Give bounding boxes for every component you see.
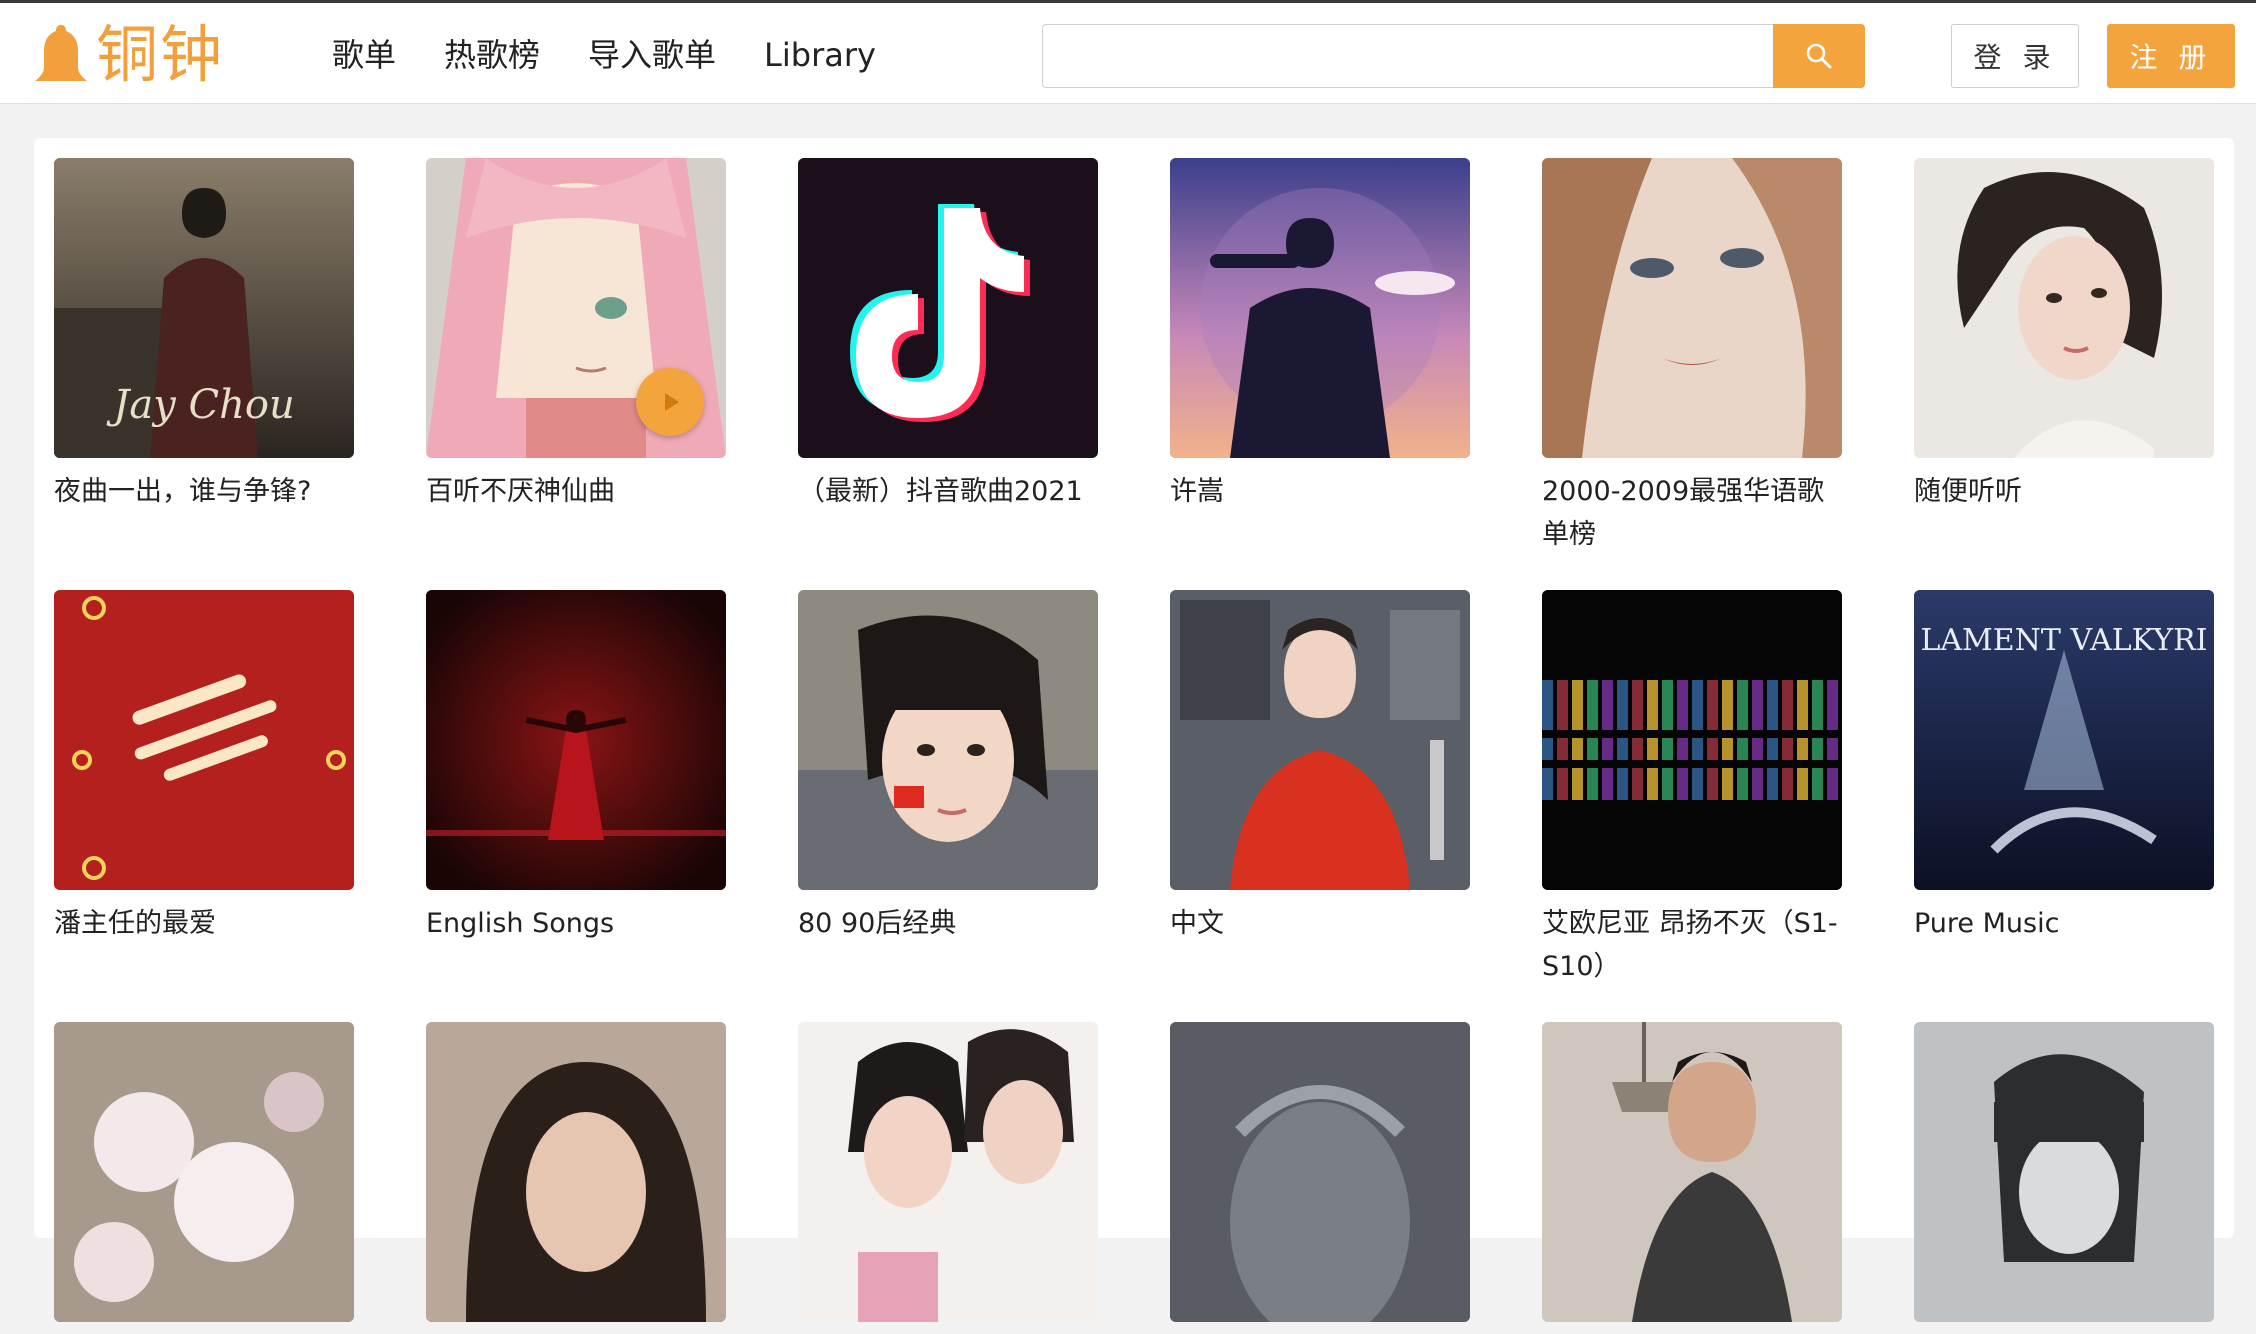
cover-image bbox=[1914, 1022, 2214, 1322]
playlist-cover[interactable] bbox=[1170, 158, 1470, 458]
playlist-cover[interactable] bbox=[1542, 1022, 1842, 1322]
playlist-title[interactable]: 随便听听 bbox=[1914, 470, 2214, 513]
playlist-card[interactable] bbox=[1170, 1022, 1470, 1334]
playlist-cover[interactable] bbox=[54, 590, 354, 890]
cover-image bbox=[1914, 158, 2214, 458]
playlist-card[interactable] bbox=[798, 1022, 1098, 1334]
playlist-title[interactable]: Pure Music bbox=[1914, 902, 2214, 945]
playlist-card[interactable] bbox=[426, 1022, 726, 1334]
cover-image bbox=[426, 590, 726, 890]
playlist-title[interactable]: 潘主任的最爱 bbox=[54, 902, 354, 945]
cover-image bbox=[1542, 158, 1842, 458]
search-button[interactable] bbox=[1773, 24, 1865, 88]
playlist-title[interactable]: 夜曲一出，谁与争锋? bbox=[54, 470, 354, 513]
cover-image bbox=[426, 1022, 726, 1322]
site-logo[interactable]: 铜钟 bbox=[32, 15, 224, 95]
svg-text:Jay Chou: Jay Chou bbox=[106, 382, 294, 428]
svg-text:LAMENT VALKYRI: LAMENT VALKYRI bbox=[1920, 623, 2207, 658]
bell-icon bbox=[35, 25, 87, 81]
register-button[interactable]: 注 册 bbox=[2107, 24, 2235, 88]
playlist-card[interactable]: LAMENT VALKYRI Pure Music bbox=[1914, 590, 2214, 945]
playlist-cover[interactable]: LAMENT VALKYRI bbox=[1914, 590, 2214, 890]
cover-image bbox=[1542, 590, 1842, 890]
cover-image bbox=[54, 1022, 354, 1322]
playlist-cover[interactable] bbox=[1542, 590, 1842, 890]
playlist-title[interactable]: （最新）抖音歌曲2021 bbox=[798, 470, 1098, 513]
nav-playlists[interactable]: 歌单 bbox=[332, 31, 396, 79]
playlist-title[interactable]: 2000-2009最强华语歌单榜 bbox=[1542, 470, 1842, 556]
playlist-card[interactable]: 中文 bbox=[1170, 590, 1470, 945]
playlist-cover[interactable] bbox=[1914, 1022, 2214, 1322]
playlist-card[interactable]: 80 90后经典 bbox=[798, 590, 1098, 945]
playlist-card[interactable]: Jay Chou 夜曲一出，谁与争锋? bbox=[54, 158, 354, 513]
playlist-card[interactable]: （最新）抖音歌曲2021 bbox=[798, 158, 1098, 513]
playlist-cover[interactable] bbox=[1542, 158, 1842, 458]
cover-image bbox=[1170, 1022, 1470, 1322]
search-icon bbox=[1806, 43, 1832, 69]
playlist-card[interactable]: 2000-2009最强华语歌单榜 bbox=[1542, 158, 1842, 556]
cover-image: LAMENT VALKYRI bbox=[1914, 590, 2214, 890]
playlist-grid: Jay Chou 夜曲一出，谁与争锋? 百听不厌神仙曲 （最新）抖音歌曲2021 … bbox=[34, 138, 2234, 1322]
playlist-cover[interactable] bbox=[1170, 1022, 1470, 1322]
playlist-cover[interactable]: Jay Chou bbox=[54, 158, 354, 458]
playlist-card[interactable]: 许嵩 bbox=[1170, 158, 1470, 513]
nav-hot-chart[interactable]: 热歌榜 bbox=[444, 31, 540, 79]
playlist-cover[interactable] bbox=[54, 1022, 354, 1322]
playlist-cover[interactable] bbox=[798, 1022, 1098, 1322]
cover-image bbox=[1170, 590, 1470, 890]
cover-image bbox=[798, 590, 1098, 890]
playlist-card[interactable]: English Songs bbox=[426, 590, 726, 945]
cover-image: Jay Chou bbox=[54, 158, 354, 458]
playlist-card[interactable]: 百听不厌神仙曲 bbox=[426, 158, 726, 513]
playlist-card[interactable] bbox=[54, 1022, 354, 1334]
playlist-card[interactable]: 艾欧尼亚 昂扬不灭（S1-S10） bbox=[1542, 590, 1842, 988]
cover-image bbox=[798, 1022, 1098, 1322]
nav-library[interactable]: Library bbox=[764, 31, 876, 79]
playlist-title[interactable]: 中文 bbox=[1170, 902, 1470, 945]
play-icon bbox=[665, 393, 679, 411]
cover-image bbox=[1170, 158, 1470, 458]
playlist-card[interactable]: 随便听听 bbox=[1914, 158, 2214, 513]
playlist-cover[interactable] bbox=[426, 590, 726, 890]
playlist-card[interactable] bbox=[1914, 1022, 2214, 1334]
playlist-cover[interactable] bbox=[426, 158, 726, 458]
playlist-title[interactable]: English Songs bbox=[426, 902, 726, 945]
cover-image bbox=[798, 158, 1098, 458]
logo-text: 铜钟 bbox=[96, 18, 225, 91]
playlist-cover[interactable] bbox=[1914, 158, 2214, 458]
playlist-card[interactable]: 潘主任的最爱 bbox=[54, 590, 354, 945]
cover-image bbox=[1542, 1022, 1842, 1322]
search-input[interactable] bbox=[1042, 24, 1774, 88]
playlist-card[interactable] bbox=[1542, 1022, 1842, 1334]
login-button[interactable]: 登 录 bbox=[1951, 24, 2079, 88]
playlist-title[interactable]: 百听不厌神仙曲 bbox=[426, 470, 726, 513]
main-nav: 歌单 热歌榜 导入歌单 Library bbox=[332, 31, 924, 79]
playlist-title[interactable]: 艾欧尼亚 昂扬不灭（S1-S10） bbox=[1542, 902, 1842, 988]
playlist-cover[interactable] bbox=[426, 1022, 726, 1322]
playlist-title[interactable]: 许嵩 bbox=[1170, 470, 1470, 513]
nav-import-playlist[interactable]: 导入歌单 bbox=[588, 31, 716, 79]
playlist-cover[interactable] bbox=[1170, 590, 1470, 890]
cover-image bbox=[54, 590, 354, 890]
playlist-title[interactable]: 80 90后经典 bbox=[798, 902, 1098, 945]
playlist-cover[interactable] bbox=[798, 590, 1098, 890]
playlist-cover[interactable] bbox=[798, 158, 1098, 458]
top-header: 铜钟 歌单 热歌榜 导入歌单 Library 登 录 注 册 bbox=[0, 0, 2256, 104]
play-button[interactable] bbox=[636, 368, 704, 436]
